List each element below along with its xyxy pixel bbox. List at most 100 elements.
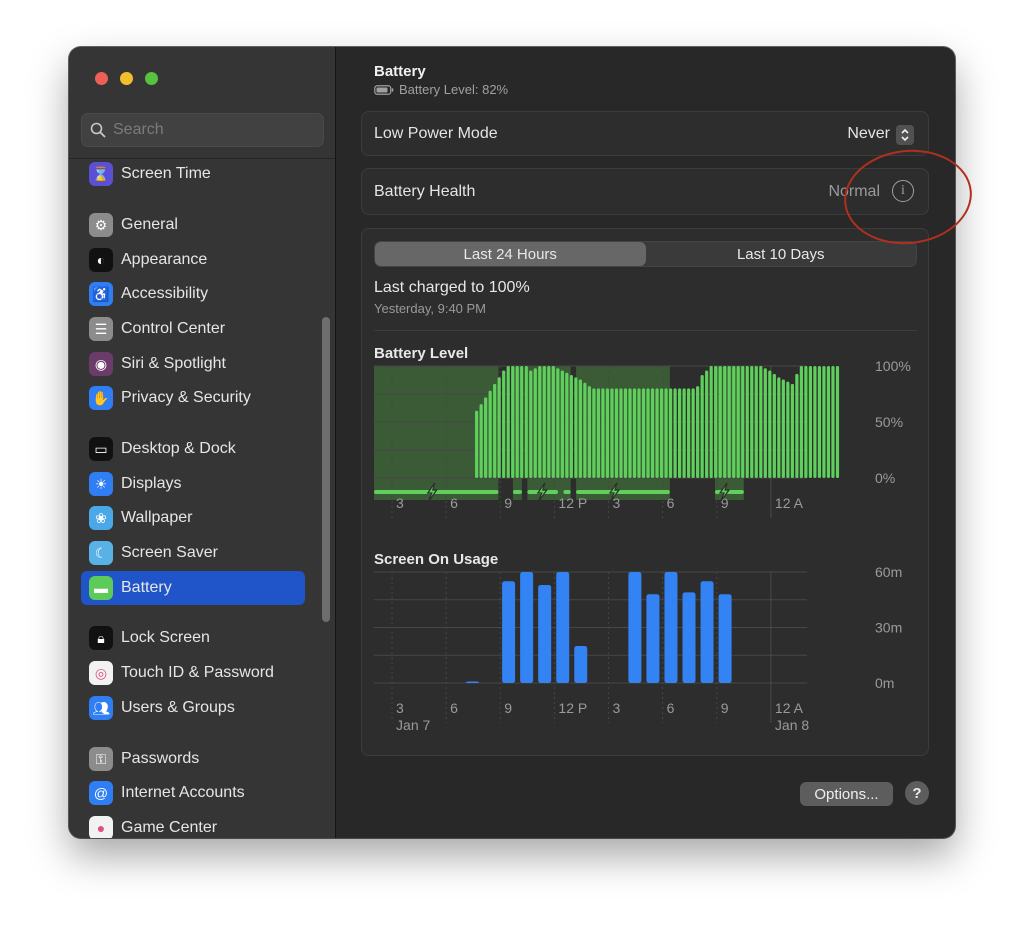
sidebar-item-label: Siri & Spotlight [121,355,226,372]
sidebar-item-label: Appearance [121,251,208,268]
battery-level-bar [623,388,628,478]
info-button[interactable]: i [892,180,914,202]
time-range-segmented-control: Last 24 Hours Last 10 Days [374,241,917,267]
screen-usage-bar [664,572,678,683]
sidebar-item-control-center[interactable]: ☰ Control Center [81,312,305,346]
x-tick-label: 12 A [775,700,804,716]
system-settings-window: ⌛ Screen Time ⚙ General ◐ Appearance ♿ Accessib… [69,47,955,838]
sidebar-item-battery[interactable]: ▬ Battery [81,571,305,605]
battery-level-bar [533,368,537,478]
battery-level-bar [655,388,659,478]
info-icon: i [901,183,905,198]
sidebar-item-screen-time[interactable]: ⌛ Screen Time [81,157,305,191]
search-input[interactable] [113,121,313,139]
battery-level-bar [691,388,695,478]
screen-usage-bar [574,646,588,683]
battery-level-bar [763,368,767,478]
battery-level-bar [484,397,488,478]
lock-icon: 🔒︎ [89,626,113,650]
zoom-button[interactable] [145,72,158,85]
battery-level-bar [524,366,528,478]
battery-health-value: Normal [828,183,880,200]
help-button[interactable]: ? [905,781,929,805]
sidebar-item-lock-screen[interactable]: 🔒︎ Lock Screen [81,621,305,655]
sidebar-item-internet-accounts[interactable]: @ Internet Accounts [81,776,305,810]
battery-level-status: Battery Level: 82% [374,82,508,97]
sidebar-item-accessibility[interactable]: ♿ Accessibility [81,277,305,311]
battery-level-bar [826,366,831,478]
sidebar-item-siri-spotlight[interactable]: ◉ Siri & Spotlight [81,347,305,381]
battery-level-bar [520,366,524,478]
sidebar-item-game-center[interactable]: ● Game Center [81,811,305,838]
sidebar-item-privacy-security[interactable]: ✋ Privacy & Security [81,381,305,415]
sidebar-item-appearance[interactable]: ◐ Appearance [81,243,305,277]
sidebar-item-general[interactable]: ⚙ General [81,208,305,242]
battery-level-bar [511,366,515,478]
minimize-button[interactable] [120,72,133,85]
options-button[interactable]: Options... [800,782,893,806]
battery-level-bar [790,383,794,478]
hourglass-icon: ⌛ [89,162,113,186]
x-tick-label: 6 [667,495,675,511]
low-power-mode-value[interactable]: Never [847,125,890,143]
battery-level-bar [808,366,813,478]
battery-level-bar [714,366,718,478]
sidebar-item-touch-id-password[interactable]: ◎ Touch ID & Password [81,656,305,690]
battery-level-bar [529,370,533,478]
siri-icon: ◉ [89,352,113,376]
battery-level-bar [687,388,691,478]
sidebar-item-label: Screen Saver [121,544,218,561]
battery-level-bar [723,366,727,478]
low-power-mode-popup[interactable] [896,125,914,145]
sidebar-item-label: General [121,216,178,233]
sidebar-item-label: Displays [121,475,182,492]
x-tick-label: 3 [613,700,621,716]
sidebar-item-displays[interactable]: ☀ Displays [81,467,305,501]
x-tick-label: 9 [504,700,512,716]
tab-last-10-days[interactable]: Last 10 Days [646,242,917,266]
sidebar-item-wallpaper[interactable]: ❀ Wallpaper [81,501,305,535]
battery-level-bar [659,388,664,478]
sidebar-item-label: Screen Time [121,165,211,182]
users-icon: 👥︎ [89,696,113,720]
battery-level-bar [614,388,619,478]
battery-level-bar [619,388,623,478]
sidebar-item-label: Battery [121,579,172,596]
battery-level-bar [705,370,709,478]
battery-icon: ▬ [89,576,113,600]
battery-level-bar [475,410,479,478]
sidebar: ⌛ Screen Time ⚙ General ◐ Appearance ♿ Accessib… [69,47,336,838]
y-tick-label: 50% [875,414,903,430]
battery-level-bar [727,366,731,478]
tab-last-24-hours[interactable]: Last 24 Hours [375,242,646,266]
battery-level-text: Battery Level: 82% [399,82,509,97]
y-tick-label: 0m [875,675,894,691]
close-button[interactable] [95,72,108,85]
sidebar-item-desktop-dock[interactable]: ▭ Desktop & Dock [81,432,305,466]
dock-icon: ▭ [89,437,113,461]
screen-usage-bar [646,594,660,683]
search-icon [90,122,106,138]
battery-level-bar [641,388,646,478]
sidebar-item-label: Accessibility [121,285,209,302]
search-field[interactable] [81,113,324,147]
control-center-icon: ☰ [89,317,113,341]
sidebar-item-screen-saver[interactable]: ☾ Screen Saver [81,536,305,570]
sidebar-item-label: Control Center [121,320,226,337]
last-charged-time: Yesterday, 9:40 PM [374,301,487,316]
battery-level-bar [709,366,713,478]
battery-level-bar [759,366,763,478]
battery-level-bar [569,374,573,478]
battery-level-bar [506,366,510,478]
sidebar-item-label: Wallpaper [121,509,193,526]
battery-level-chart: 3 6 9 12 P 3 6 9 12 A100%50%0% [374,359,911,518]
battery-level-bar [497,377,501,478]
sidebar-scrollbar[interactable] [322,317,330,622]
battery-level-bar [551,366,555,478]
sun-icon: ☀ [89,472,113,496]
page-title: Battery [374,63,426,80]
sidebar-item-users-groups[interactable]: 👥︎ Users & Groups [81,691,305,725]
sidebar-item-passwords[interactable]: ⚿ Passwords [81,742,305,776]
battery-level-bar [646,388,650,478]
gear-icon: ⚙ [89,213,113,237]
